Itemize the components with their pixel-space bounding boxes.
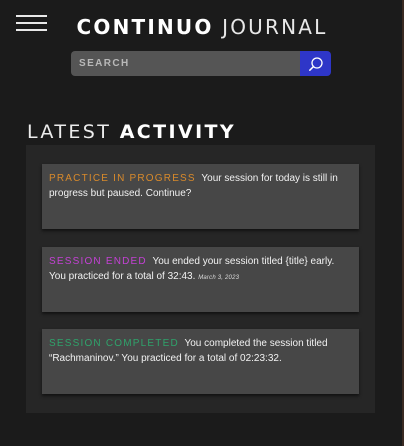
app-title: CONTINUO JOURNAL (0, 15, 404, 39)
search-button[interactable] (300, 51, 331, 76)
status-tag: SESSION ENDED (49, 256, 147, 267)
app-title-bold: CONTINUO (76, 15, 214, 39)
section-title: LATEST ACTIVITY (27, 121, 236, 143)
search-bar (71, 51, 331, 76)
search-icon (308, 56, 323, 71)
status-tag: PRACTICE IN PROGRESS (49, 173, 196, 184)
activity-date: March 3, 2023 (198, 275, 240, 281)
app-title-light: JOURNAL (222, 15, 328, 39)
status-tag: SESSION COMPLETED (49, 338, 179, 349)
section-title-light: LATEST (27, 121, 112, 143)
search-input[interactable] (71, 51, 300, 76)
activity-panel: PRACTICE IN PROGRESS Your session for to… (26, 145, 375, 413)
activity-card-practice-in-progress[interactable]: PRACTICE IN PROGRESS Your session for to… (42, 164, 359, 229)
activity-card-session-ended[interactable]: SESSION ENDED You ended your session tit… (42, 247, 359, 312)
activity-card-session-completed[interactable]: SESSION COMPLETED You completed the sess… (42, 329, 359, 394)
section-title-bold: ACTIVITY (119, 121, 237, 143)
